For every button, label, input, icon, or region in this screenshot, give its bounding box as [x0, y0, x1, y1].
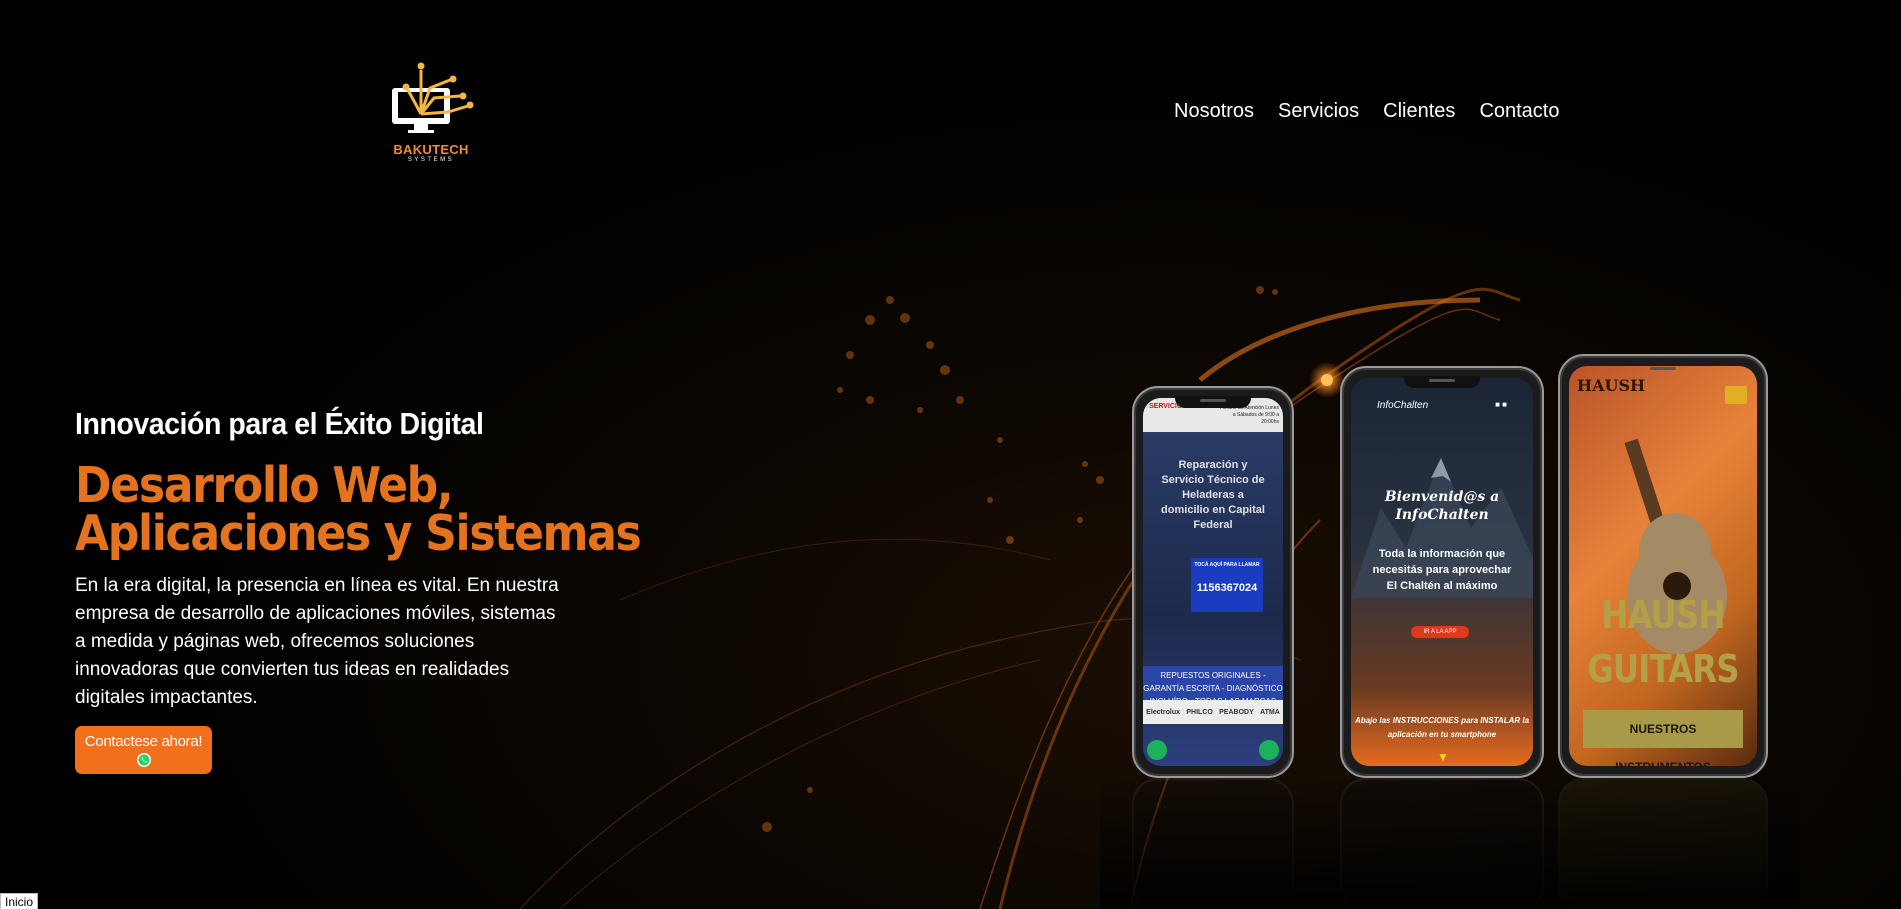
hero-kicker: Innovación para el Éxito Digital: [75, 406, 484, 441]
phone-screen: SERVICIO OFICIAL CARA Horario de Atenció…: [1143, 398, 1283, 766]
nav-item-nosotros[interactable]: Nosotros: [1174, 100, 1254, 123]
phone3-title: HAUSH GUITARS: [1583, 588, 1743, 696]
phone-notch: [1404, 376, 1480, 388]
nav-item-servicios[interactable]: Servicios: [1278, 100, 1359, 123]
monitor-circuit-icon: [392, 62, 474, 133]
bakutech-logo[interactable]: BAKUTECH SYSTEMS: [388, 58, 474, 168]
phone-reflection: [1340, 778, 1544, 909]
hero-description: En la era digital, la presencia en línea…: [75, 575, 559, 708]
phone-mockup-haush-guitars: HAUSH HAUSH GUITARS NUESTROS INSTRUMENTO…: [1558, 354, 1768, 778]
hero-title: Desarrollo Web, Aplicaciones y Sistemas: [75, 457, 642, 562]
phone1-brand: ATMA: [1260, 708, 1280, 716]
contact-now-button[interactable]: Contactese ahora!: [75, 726, 212, 774]
phone3-title-line1: HAUSH: [1601, 593, 1725, 637]
phone2-footer: Abajo las INSTRUCCIONES para INSTALAR la…: [1354, 716, 1530, 739]
main-nav: Nosotros Servicios Clientes Contacto: [1174, 100, 1560, 123]
hero-title-line2: Aplicaciones y Sistemas: [75, 505, 642, 562]
phone-notch: [1625, 364, 1701, 376]
phone-screen: InfoChalten ■ ■ Bienvenid@s a InfoChalte…: [1351, 378, 1533, 766]
logo-brand-sub: SYSTEMS: [407, 157, 455, 163]
phone3-logo: HAUSH: [1577, 376, 1646, 395]
phone-mockup-infochalten: InfoChalten ■ ■ Bienvenid@s a InfoChalte…: [1340, 366, 1544, 778]
phone2-logo: InfoChalten: [1377, 400, 1429, 411]
phone-reflection: [1132, 778, 1294, 909]
menu-icon: [1725, 386, 1747, 404]
logo-brand-name: BAKUTECH: [393, 142, 469, 157]
phone-reflection: [1558, 778, 1768, 909]
whatsapp-icon: [136, 753, 151, 767]
phone1-brand: PHILCO: [1186, 708, 1213, 716]
phone2-app-button: IR A LA APP: [1411, 626, 1469, 638]
footer-home-label[interactable]: Inicio: [0, 893, 39, 909]
phone1-brand: Electrolux: [1146, 708, 1181, 716]
phone3-title-line2: GUITARS: [1587, 647, 1739, 691]
nav-item-clientes[interactable]: Clientes: [1383, 100, 1455, 123]
phone1-brands: Electrolux PHILCO PEABODY ATMA: [1143, 700, 1283, 724]
phone1-call-label: TOCÁ AQUÍ PARA LLAMAR: [1194, 562, 1260, 568]
phone1-hours: Horario de Atención Lunes a Sábados de 9…: [1220, 405, 1279, 425]
phone1-brand: PEABODY: [1219, 708, 1254, 716]
phone2-title: Bienvenid@s a InfoChalten: [1384, 489, 1500, 523]
phone-mockup-repair-service: SERVICIO OFICIAL CARA Horario de Atenció…: [1132, 386, 1294, 778]
phone1-call-box: TOCÁ AQUÍ PARA LLAMAR 1156367024: [1191, 558, 1263, 612]
arrow-down-icon: ▼: [1437, 750, 1449, 764]
hero-title-line1: Desarrollo Web,: [75, 457, 454, 514]
nav-item-contacto[interactable]: Contacto: [1479, 100, 1559, 123]
whatsapp-icon: [1259, 740, 1279, 760]
phone2-subtitle: Toda la información que necesitás para a…: [1372, 548, 1512, 592]
phone-screen: HAUSH HAUSH GUITARS NUESTROS INSTRUMENTO…: [1569, 366, 1757, 766]
phone1-headline: Reparación y Servicio Técnico de Helader…: [1161, 459, 1265, 531]
phone-icon: [1147, 740, 1167, 760]
landing-page: BAKUTECH SYSTEMS Nosotros Servicios Clie…: [0, 0, 1901, 909]
phone-notch: [1175, 396, 1251, 408]
contact-now-label: Contactese ahora!: [84, 733, 203, 750]
phone1-banner: REPUESTOS ORIGINALES - GARANTÍA ESCRITA …: [1143, 666, 1283, 706]
phone1-call-number: 1156367024: [1196, 582, 1258, 594]
flag-icons: ■ ■: [1495, 400, 1507, 409]
phone3-instruments-button: NUESTROS INSTRUMENTOS: [1583, 710, 1743, 766]
